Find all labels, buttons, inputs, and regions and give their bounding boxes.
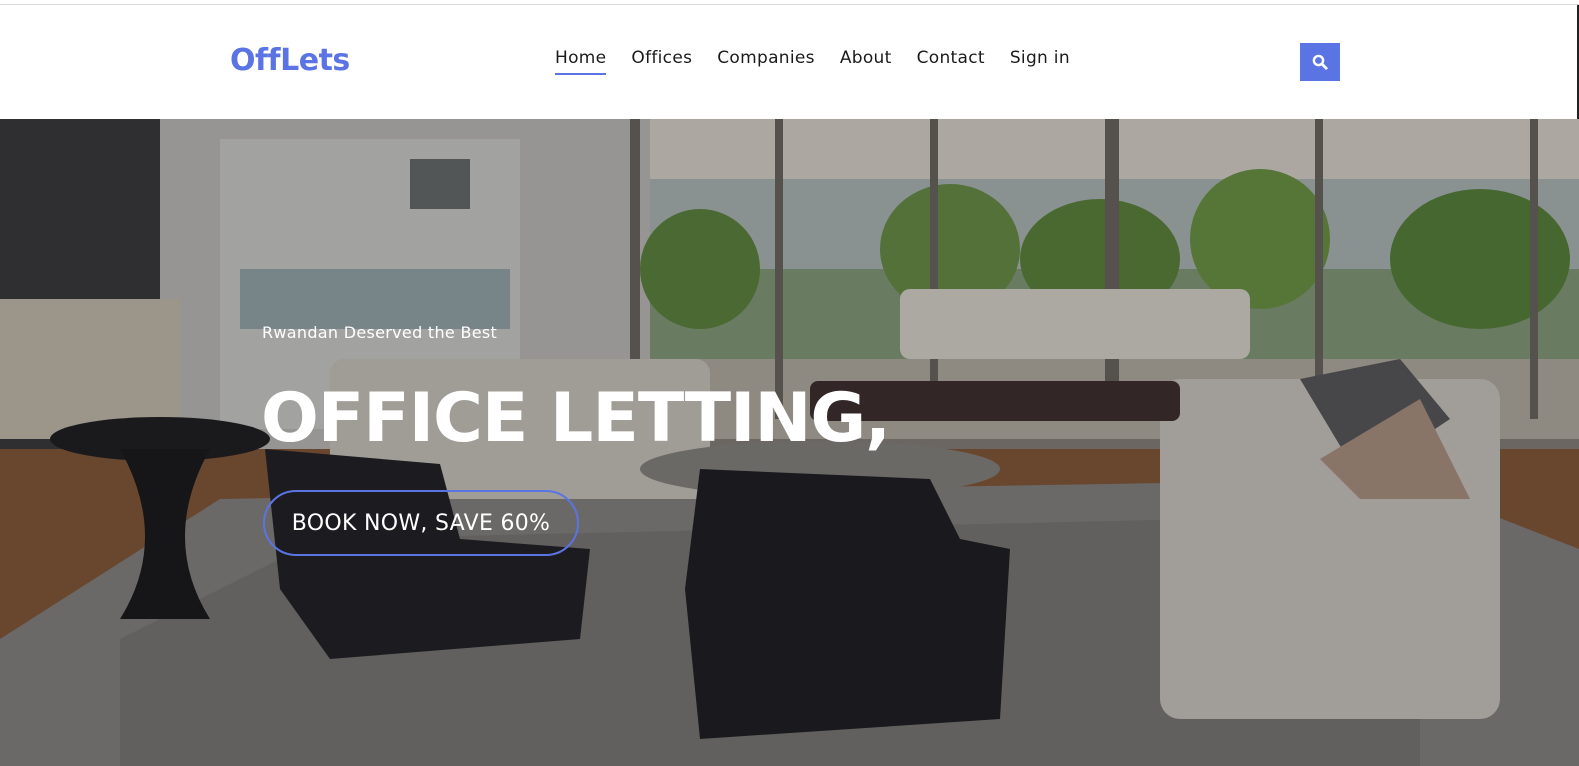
nav-item-about[interactable]: About xyxy=(840,48,892,72)
hero-subtitle: Rwandan Deserved the Best xyxy=(262,323,498,342)
search-icon xyxy=(1312,54,1328,70)
nav-item-companies[interactable]: Companies xyxy=(717,48,815,72)
logo[interactable]: OffLets xyxy=(230,43,350,78)
search-button[interactable] xyxy=(1300,43,1340,81)
nav-item-sign-in[interactable]: Sign in xyxy=(1010,48,1070,72)
nav-item-home[interactable]: Home xyxy=(555,48,607,75)
book-now-button[interactable]: BOOK NOW, SAVE 60% xyxy=(263,490,579,556)
nav-item-offices[interactable]: Offices xyxy=(631,48,692,72)
site-header: OffLets Home Offices Companies About Con… xyxy=(0,5,1579,119)
nav-item-contact[interactable]: Contact xyxy=(917,48,985,72)
main-nav: Home Offices Companies About Contact Sig… xyxy=(555,48,1095,75)
hero-title: OFFICE LETTING, xyxy=(261,379,891,458)
hero-section: Rwandan Deserved the Best OFFICE LETTING… xyxy=(0,119,1579,766)
